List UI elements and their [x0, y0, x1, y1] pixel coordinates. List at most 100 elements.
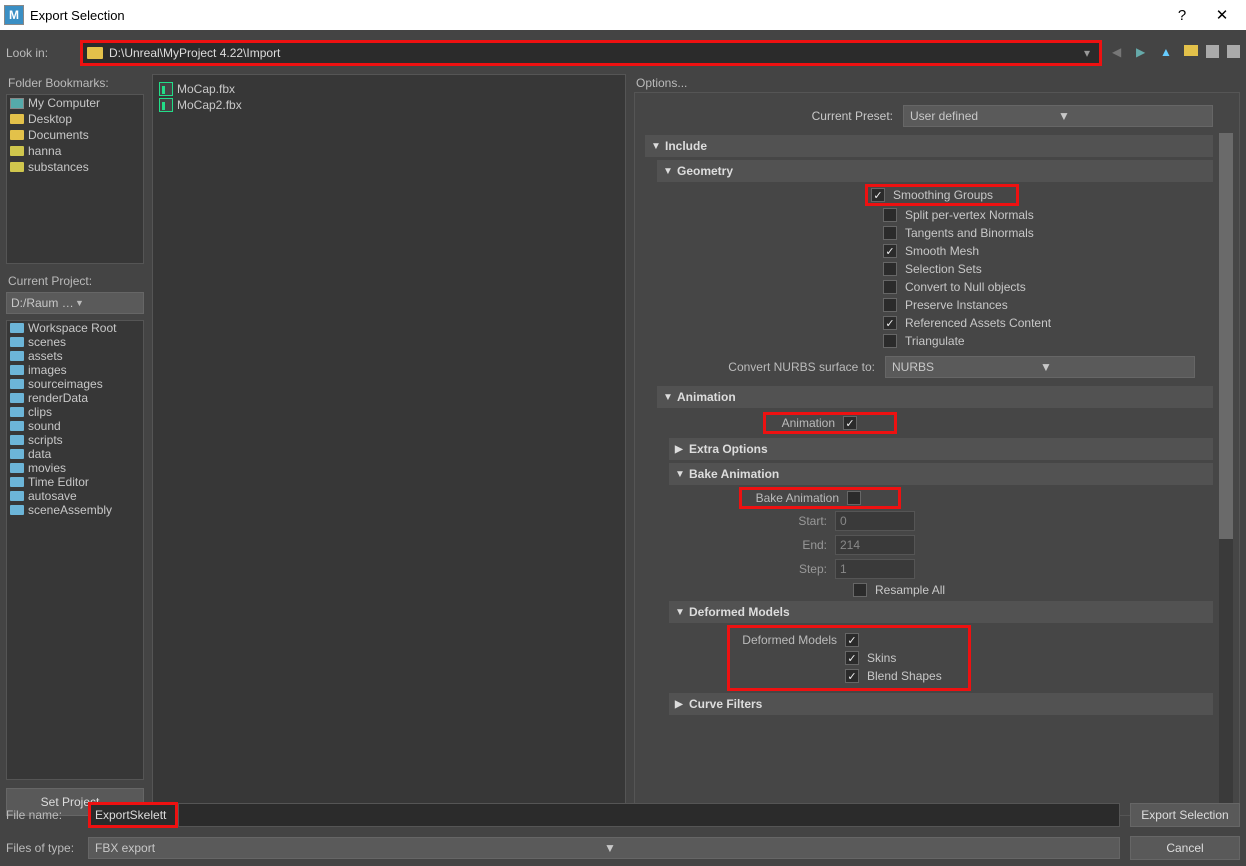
bookmark-item[interactable]: My Computer	[7, 95, 143, 111]
file-browser[interactable]: MoCap.fbx MoCap2.fbx	[152, 74, 626, 816]
smooth-mesh-checkbox[interactable]	[883, 244, 897, 258]
folder-icon	[10, 337, 24, 347]
section-include[interactable]: Include	[645, 135, 1213, 157]
resample-checkbox[interactable]	[853, 583, 867, 597]
ref-assets-checkbox[interactable]	[883, 316, 897, 330]
skins-checkbox[interactable]	[845, 651, 859, 665]
file-item[interactable]: MoCap2.fbx	[159, 97, 619, 113]
blend-shapes-checkbox[interactable]	[845, 669, 859, 683]
close-button[interactable]: ✕	[1202, 6, 1242, 24]
computer-icon	[10, 98, 24, 109]
preset-combo[interactable]: User defined▼	[903, 105, 1213, 127]
ws-item[interactable]: movies	[7, 461, 143, 475]
cancel-button[interactable]: Cancel	[1130, 836, 1240, 860]
tangents-checkbox[interactable]	[883, 226, 897, 240]
bookmark-item[interactable]: Desktop	[7, 111, 143, 127]
null-objects-checkbox[interactable]	[883, 280, 897, 294]
workspace-tree[interactable]: Workspace Root scenes assets images sour…	[6, 320, 144, 780]
nurbs-label: Convert NURBS surface to:	[645, 360, 885, 374]
section-animation[interactable]: Animation	[657, 386, 1213, 408]
deformed-models-label: Deformed Models	[735, 633, 845, 647]
bookmarks-list[interactable]: My Computer Desktop Documents hanna subs…	[6, 94, 144, 264]
step-field[interactable]: 1	[835, 559, 915, 579]
project-combo[interactable]: D:/Raum & Orientie▼	[6, 292, 144, 314]
chevron-right-icon	[675, 699, 689, 710]
ws-item[interactable]: scenes	[7, 335, 143, 349]
ws-item[interactable]: scripts	[7, 433, 143, 447]
step-label: Step:	[645, 562, 835, 576]
ws-item[interactable]: clips	[7, 405, 143, 419]
bookmark-item[interactable]: substances	[7, 159, 143, 175]
project-header: Current Project:	[6, 272, 144, 292]
options-header: Options...	[634, 74, 1240, 92]
nurbs-combo[interactable]: NURBS▼	[885, 356, 1195, 378]
selection-sets-checkbox[interactable]	[883, 262, 897, 276]
section-extra-options[interactable]: Extra Options	[669, 438, 1213, 460]
ws-item[interactable]: Time Editor	[7, 475, 143, 489]
folder-icon	[10, 114, 24, 124]
smoothing-groups-label: Smoothing Groups	[893, 188, 993, 202]
options-panel[interactable]: Current Preset: User defined▼ Include Ge…	[634, 92, 1240, 816]
ws-item[interactable]: sourceimages	[7, 377, 143, 391]
file-item[interactable]: MoCap.fbx	[159, 81, 619, 97]
chevron-down-icon: ▼	[1058, 109, 1206, 123]
project-value: D:/Raum & Orientie	[11, 296, 75, 310]
list-view-icon[interactable]	[1206, 45, 1219, 58]
folder-icon	[10, 323, 24, 333]
folder-icon	[10, 435, 24, 445]
start-field[interactable]: 0	[835, 511, 915, 531]
chevron-down-icon	[663, 166, 677, 177]
deformed-models-checkbox[interactable]	[845, 633, 859, 647]
lookin-dropdown-icon[interactable]: ▾	[1079, 46, 1095, 60]
preset-label: Current Preset:	[812, 109, 893, 123]
folder-icon	[10, 351, 24, 361]
bookmark-item[interactable]: Documents	[7, 127, 143, 143]
lookin-input[interactable]	[109, 46, 1079, 60]
section-geometry[interactable]: Geometry	[657, 160, 1213, 182]
export-button[interactable]: Export Selection	[1130, 803, 1240, 827]
bake-animation-checkbox[interactable]	[847, 491, 861, 505]
chevron-down-icon: ▼	[604, 841, 1113, 855]
ws-item[interactable]: assets	[7, 349, 143, 363]
chevron-down-icon: ▼	[75, 298, 139, 308]
section-deformed-models[interactable]: Deformed Models	[669, 601, 1213, 623]
ws-item[interactable]: autosave	[7, 489, 143, 503]
filetype-combo[interactable]: FBX export▼	[88, 837, 1120, 859]
folder-icon	[10, 379, 24, 389]
ws-item[interactable]: sound	[7, 419, 143, 433]
fbx-file-icon	[159, 98, 173, 112]
chevron-down-icon: ▼	[1040, 360, 1188, 374]
lookin-field[interactable]: ▾	[80, 40, 1102, 66]
animation-checkbox[interactable]	[843, 416, 857, 430]
folder-icon	[10, 421, 24, 431]
ws-item[interactable]: renderData	[7, 391, 143, 405]
forward-icon[interactable]: ▶	[1136, 45, 1152, 61]
up-icon[interactable]: ▲	[1160, 45, 1176, 61]
folder-icon	[10, 491, 24, 501]
chevron-down-icon	[663, 392, 677, 403]
preserve-instances-checkbox[interactable]	[883, 298, 897, 312]
folder-icon	[10, 162, 24, 172]
ws-item[interactable]: images	[7, 363, 143, 377]
triangulate-checkbox[interactable]	[883, 334, 897, 348]
back-icon[interactable]: ◀	[1112, 45, 1128, 61]
ws-item[interactable]: sceneAssembly	[7, 503, 143, 517]
scrollbar[interactable]	[1219, 133, 1233, 809]
end-field[interactable]: 214	[835, 535, 915, 555]
bookmark-item[interactable]: hanna	[7, 143, 143, 159]
thumb-view-icon[interactable]	[1227, 45, 1240, 58]
section-bake-animation[interactable]: Bake Animation	[669, 463, 1213, 485]
filename-label: File name:	[6, 808, 78, 822]
section-curve-filters[interactable]: Curve Filters	[669, 693, 1213, 715]
split-normals-checkbox[interactable]	[883, 208, 897, 222]
ws-item[interactable]: data	[7, 447, 143, 461]
folder-icon	[10, 365, 24, 375]
ws-item[interactable]: Workspace Root	[7, 321, 143, 335]
chevron-down-icon	[675, 469, 689, 480]
new-folder-icon[interactable]	[1184, 45, 1198, 56]
filename-input-ext[interactable]	[183, 808, 1115, 822]
help-button[interactable]: ?	[1162, 7, 1202, 24]
smoothing-groups-checkbox[interactable]	[871, 188, 885, 202]
title-bar: M Export Selection ? ✕	[0, 0, 1246, 30]
chevron-right-icon	[675, 444, 689, 455]
